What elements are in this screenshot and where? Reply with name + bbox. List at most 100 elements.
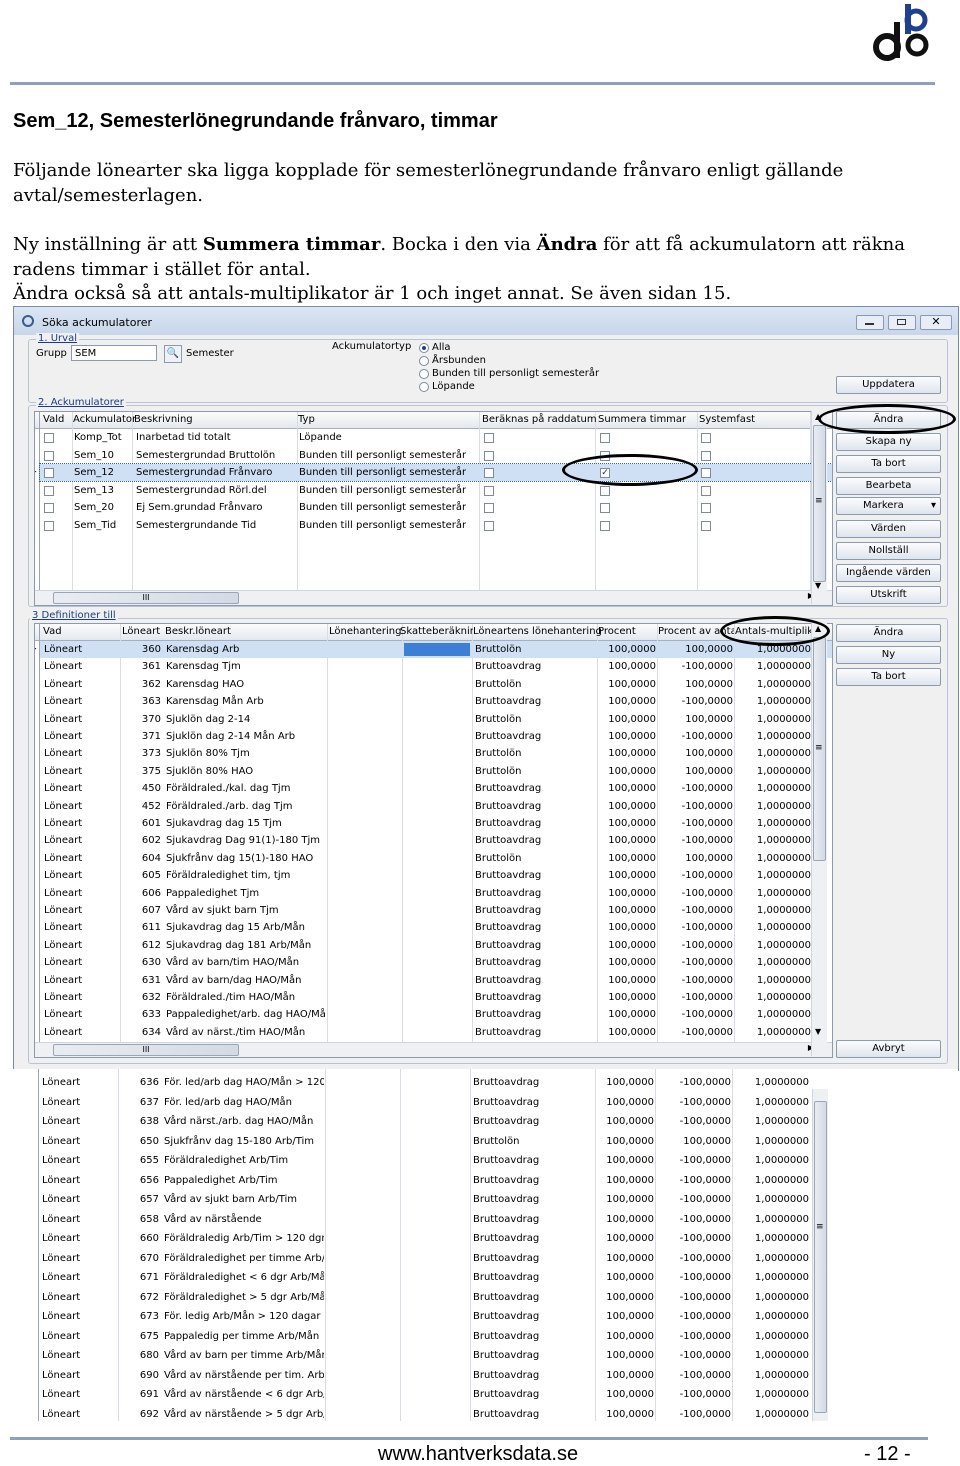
acc-vscroll[interactable]: ▲ ≡ ▼	[811, 411, 827, 604]
acc-hscroll-thumb[interactable]: III	[53, 592, 239, 604]
row-beskr-loneart: Föräldraled./arb. dag Tjm	[166, 800, 293, 812]
row-lonehantering: Bruttoavdrag	[473, 1389, 540, 1400]
page-number: - 12 -	[864, 1443, 911, 1465]
def-andra-button[interactable]: Ändra	[836, 624, 941, 642]
col-loneartens-lonehantering[interactable]: Löneartens lönehantering	[473, 624, 602, 640]
vald-checkbox[interactable]	[44, 485, 54, 496]
row-beskr-loneart: Karensdag Tjm	[166, 661, 241, 673]
acc-hscroll[interactable]: III ▶	[35, 590, 832, 605]
close-button[interactable]: ✕	[920, 315, 952, 330]
col-raddatum[interactable]: Beräknas på raddatum	[482, 412, 597, 428]
radio-lopande[interactable]	[419, 382, 429, 392]
radio-arsbunden[interactable]	[419, 356, 429, 366]
summera-timmar-checkbox[interactable]	[600, 503, 610, 513]
summera-timmar-checkbox[interactable]	[600, 433, 610, 443]
minimize-button[interactable]	[856, 315, 884, 330]
col-skatteberakning[interactable]: Skatteberäkning	[400, 624, 473, 640]
col-procent[interactable]: Procent	[598, 624, 636, 640]
row-procent: 100,0000	[608, 644, 656, 655]
raddatum-checkbox[interactable]	[484, 433, 494, 443]
vald-checkbox[interactable]	[44, 520, 54, 531]
col-beskrivning[interactable]: Beskrivning	[134, 412, 193, 428]
footer-url[interactable]: www.hantverksdata.se	[378, 1443, 578, 1466]
def-hscroll-thumb[interactable]: III	[53, 1044, 239, 1056]
systemfast-checkbox[interactable]	[701, 450, 711, 461]
row-procent: 100,0000	[608, 1009, 656, 1021]
row-beskr-loneart: Föräldraledighet < 6 dgr Arb/Mån	[164, 1272, 324, 1283]
row-multiplikator: 1,0000000	[756, 835, 811, 847]
accumulator-name: Sem_12	[74, 467, 114, 478]
row-procent-av-antal: 100,0000	[685, 644, 733, 655]
radio-alla[interactable]	[419, 343, 429, 353]
row-marker-icon: ▸	[35, 464, 37, 481]
continued-grid: ≡ Löneart 636 För. led/arb dag HAO/Mån > 1…	[13, 1069, 958, 1421]
row-procent: 100,0000	[606, 1350, 654, 1361]
systemfast-checkbox[interactable]	[701, 503, 711, 513]
col-vald[interactable]: Vald	[43, 412, 64, 428]
def-hscroll[interactable]: III ▶	[35, 1042, 832, 1057]
radio-bunden[interactable]	[419, 369, 429, 379]
row-beskr-loneart: Vård av närstående < 6 dgr Arb/M	[164, 1389, 324, 1400]
utskrift-button[interactable]: Utskrift	[836, 586, 941, 604]
grip-icon: III	[142, 593, 150, 602]
accumulators-grid[interactable]: Vald Ackumulator Beskrivning Typ Beräkna…	[34, 411, 833, 606]
systemfast-checkbox[interactable]	[701, 520, 711, 531]
skatteberakning-cell-active[interactable]	[404, 643, 470, 656]
continued-vscroll[interactable]: ≡	[812, 1089, 828, 1421]
nollstall-button[interactable]: Nollställ	[836, 542, 941, 560]
skapa-ny-button[interactable]: Skapa ny	[836, 433, 941, 451]
row-multiplikator: 1,0000000	[754, 1096, 809, 1108]
row-procent: 100,0000	[608, 835, 656, 847]
intro-line-1: Följande lönearter ska ligga kopplade fö…	[13, 160, 844, 181]
row-loneart: 602	[141, 835, 161, 847]
vald-checkbox[interactable]	[44, 433, 54, 443]
row-procent-av-antal: -100,0000	[681, 800, 733, 812]
definitions-grid[interactable]: Vad Löneart Beskr.löneart Lönehantering …	[34, 623, 833, 1058]
row-loneart: 452	[141, 800, 161, 812]
vald-checkbox[interactable]	[44, 450, 54, 461]
def-ny-button[interactable]: Ny	[836, 646, 941, 664]
col-summera[interactable]: Summera timmar	[598, 412, 686, 428]
row-beskr-loneart: Vård närst./arb. dag HAO/Mån	[164, 1116, 314, 1127]
def-ta-bort-button[interactable]: Ta bort	[836, 668, 941, 686]
search-icon[interactable]: 🔍	[164, 345, 182, 363]
scroll-down-icon[interactable]: ▼	[815, 1027, 821, 1036]
highlight-multiplikator-column	[720, 616, 830, 646]
summera-timmar-checkbox[interactable]	[600, 485, 610, 496]
col-systemfast[interactable]: Systemfast	[699, 412, 755, 428]
col-loneart[interactable]: Löneart	[122, 624, 160, 640]
row-multiplikator: 1,0000000	[756, 661, 811, 673]
varden-button[interactable]: Värden	[836, 520, 941, 538]
col-vad[interactable]: Vad	[43, 624, 62, 640]
row-vad: Löneart	[44, 905, 83, 916]
uppdatera-button[interactable]: Uppdatera	[836, 376, 941, 394]
avbryt-button[interactable]: Avbryt	[836, 1040, 941, 1058]
maximize-button[interactable]	[888, 315, 916, 330]
raddatum-checkbox[interactable]	[484, 503, 494, 513]
row-procent: 100,0000	[606, 1077, 654, 1088]
summera-timmar-checkbox[interactable]	[600, 520, 610, 531]
vald-checkbox[interactable]	[44, 503, 54, 513]
vald-checkbox[interactable]	[44, 468, 54, 478]
systemfast-checkbox[interactable]	[701, 468, 711, 478]
col-ackumulator[interactable]: Ackumulator	[73, 412, 136, 428]
row-procent-av-antal: -100,0000	[679, 1194, 731, 1205]
col-lonehantering[interactable]: Lönehantering	[329, 624, 401, 640]
ingaende-varden-button[interactable]: Ingående värden	[836, 564, 941, 582]
systemfast-checkbox[interactable]	[701, 485, 711, 496]
ta-bort-button[interactable]: Ta bort	[836, 455, 941, 473]
raddatum-checkbox[interactable]	[484, 485, 494, 496]
raddatum-checkbox[interactable]	[484, 450, 494, 461]
continued-vscroll-thumb[interactable]	[814, 1101, 827, 1413]
row-multiplikator: 1,0000000	[756, 992, 811, 1003]
def-vscroll[interactable]: ▲ ≡ ▼	[811, 623, 827, 1056]
raddatum-checkbox[interactable]	[484, 468, 494, 478]
markera-dropdown[interactable]: Markera ▾	[836, 497, 941, 515]
bearbeta-button[interactable]: Bearbeta	[836, 477, 941, 495]
raddatum-checkbox[interactable]	[484, 520, 494, 531]
col-typ[interactable]: Typ	[298, 412, 315, 428]
systemfast-checkbox[interactable]	[701, 433, 711, 443]
grupp-input[interactable]: SEM	[71, 345, 157, 361]
scroll-down-icon[interactable]: ▼	[815, 581, 821, 590]
col-beskr-loneart[interactable]: Beskr.löneart	[165, 624, 231, 640]
